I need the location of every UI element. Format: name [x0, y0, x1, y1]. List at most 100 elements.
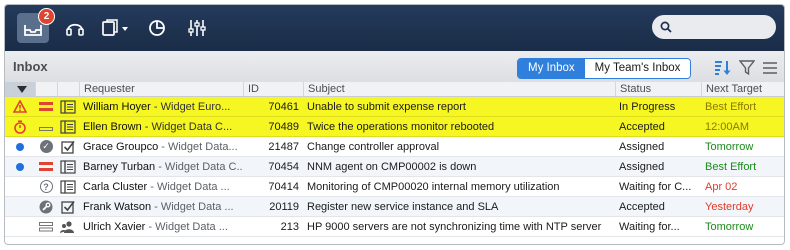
status-indicator-cell: [5, 197, 35, 216]
requester-org: - Widget Data...: [158, 140, 238, 153]
next-target-cell: Yesterday: [705, 200, 754, 213]
id-cell: 20119: [269, 200, 299, 213]
new-item-menu-button[interactable]: [97, 13, 135, 43]
search-icon: [660, 21, 672, 33]
ticket-icon: [60, 179, 76, 194]
inbox-button[interactable]: 2: [17, 8, 55, 43]
status-indicator-cell: [5, 117, 35, 136]
column-header-type[interactable]: [57, 82, 79, 96]
requester-cell: Carla Cluster - Widget Data ...: [79, 177, 243, 196]
inbox-count-badge: 2: [38, 8, 55, 25]
status-indicator-cell: [5, 97, 35, 116]
subject-cell: Unable to submit expense report: [307, 100, 466, 113]
menu-icon[interactable]: [763, 60, 777, 76]
requester-cell: Ellen Brown - Widget Data C...: [79, 117, 243, 136]
next-target-cell: Best Effort: [705, 100, 757, 113]
subject-cell: NNM agent on CMP00002 is down: [307, 160, 477, 173]
tab-my-teams-inbox[interactable]: My Team's Inbox: [584, 59, 691, 78]
subject-cell: HP 9000 servers are not synchronizing ti…: [307, 220, 602, 233]
priority-cell: ✓: [35, 137, 57, 156]
type-cell: [57, 117, 79, 136]
checkbox-icon: [61, 200, 75, 214]
type-cell: [57, 177, 79, 196]
requester-org: - Widget Data C...: [155, 160, 243, 173]
priority-cell: [35, 117, 57, 136]
tab-my-inbox[interactable]: My Inbox: [518, 59, 585, 78]
requester-org: - Widget Euro...: [150, 100, 231, 113]
requester-cell: Barney Turban - Widget Data C...: [79, 157, 243, 176]
type-cell: [57, 97, 79, 116]
inbox-window: 2 Inbox My Inbox My Team's Inbox Request…: [4, 4, 785, 245]
priority-cell: [35, 217, 57, 236]
priority-cell: [35, 157, 57, 176]
status-indicator-cell: [5, 177, 35, 196]
support-button[interactable]: [59, 13, 91, 43]
table-row[interactable]: Barney Turban - Widget Data C... 70454 NNM…: [5, 157, 784, 177]
column-header-priority[interactable]: [35, 82, 57, 96]
filter-icon[interactable]: [739, 60, 755, 76]
type-cell: [57, 137, 79, 156]
table-row[interactable]: Ellen Brown - Widget Data C... 70489 Twice…: [5, 117, 784, 137]
ticket-icon: [60, 159, 76, 174]
table-row[interactable]: ✓ Grace Groupco - Widget Data... 21487 Chan…: [5, 137, 784, 157]
reports-button[interactable]: [141, 13, 173, 43]
priority-cell: ?: [35, 177, 57, 196]
priority-high-icon: [39, 101, 53, 112]
check-circle-icon: ✓: [39, 140, 53, 153]
warning-icon: [13, 100, 27, 113]
type-cell: [57, 157, 79, 176]
column-header-status[interactable]: Status: [615, 82, 701, 96]
requester-org: - Widget Data ...: [151, 200, 234, 213]
next-target-cell: 12:00AM: [705, 120, 750, 133]
settings-button[interactable]: [181, 13, 213, 43]
search-box[interactable]: [652, 15, 776, 39]
caret-down-icon: [17, 85, 27, 93]
status-indicator-cell: [5, 157, 35, 176]
priority-cell: [35, 97, 57, 116]
column-header-requester[interactable]: Requester: [79, 82, 243, 96]
wrench-circle-icon: [39, 200, 53, 214]
column-header-next-target[interactable]: Next Target: [701, 82, 784, 96]
subject-cell: Register new service instance and SLA: [307, 200, 499, 213]
requester-cell: Grace Groupco - Widget Data...: [79, 137, 243, 156]
priority-high-icon: [39, 161, 53, 172]
table-row[interactable]: Ulrich Xavier - Widget Data ... 213 HP 900…: [5, 217, 784, 237]
type-cell: [57, 217, 79, 236]
status-cell: Waiting for...: [619, 220, 680, 233]
sort-icon[interactable]: [713, 60, 731, 76]
priority-low-icon: [39, 122, 53, 132]
subject-cell: Change controller approval: [307, 140, 440, 153]
column-header-subject[interactable]: Subject: [303, 82, 615, 96]
column-filter-toggle[interactable]: [5, 82, 35, 96]
requester-name: Barney Turban: [83, 160, 156, 173]
users-icon: [60, 220, 76, 234]
subject-cell: Monitoring of CMP00020 internal memory u…: [307, 180, 560, 193]
next-target-cell: Apr 02: [705, 180, 738, 193]
next-target-cell: Tomorrow: [705, 220, 754, 233]
status-indicator-cell: [5, 137, 35, 156]
status-cell: Assigned: [619, 160, 665, 173]
question-circle-icon: ?: [39, 180, 53, 193]
search-input[interactable]: [677, 21, 767, 33]
ticket-icon: [60, 99, 76, 114]
requester-name: Ellen Brown: [83, 120, 142, 133]
column-header-id[interactable]: ID: [243, 82, 303, 96]
table-row[interactable]: William Hoyer - Widget Euro... 70461 Unabl…: [5, 97, 784, 117]
type-cell: [57, 197, 79, 216]
next-target-cell: Tomorrow: [705, 140, 754, 153]
table-row[interactable]: Frank Watson - Widget Data ... 20119 Regis…: [5, 197, 784, 217]
id-cell: 213: [280, 220, 299, 233]
id-cell: 21487: [268, 140, 299, 153]
id-cell: 70489: [268, 120, 299, 133]
top-toolbar: 2: [5, 5, 784, 51]
requester-name: Grace Groupco: [83, 140, 159, 153]
next-target-cell: Best Effort: [705, 160, 757, 173]
sliders-icon: [188, 20, 206, 36]
requester-cell: Ulrich Xavier - Widget Data ...: [79, 217, 243, 236]
headset-icon: [66, 23, 84, 36]
inbox-scope-toggle: My Inbox My Team's Inbox: [517, 58, 692, 79]
table-row[interactable]: ? Carla Cluster - Widget Data ... 70414 Mon…: [5, 177, 784, 197]
timer-icon: [13, 119, 27, 134]
status-cell: Accepted: [619, 120, 665, 133]
priority-medium-icon: [39, 221, 53, 232]
